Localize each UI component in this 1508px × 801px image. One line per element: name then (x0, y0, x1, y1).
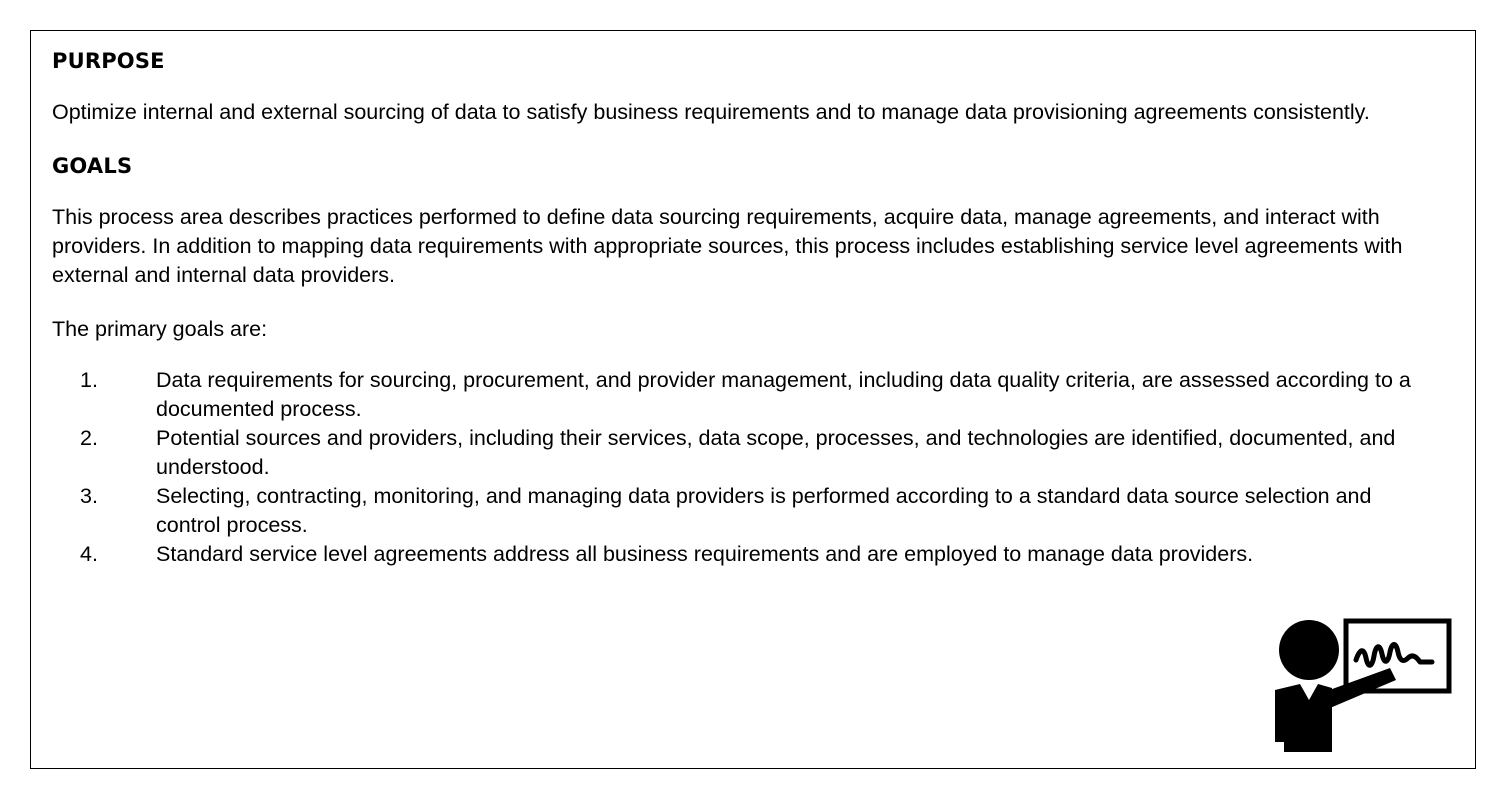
list-item: 3. Selecting, contracting, monitoring, a… (52, 482, 1432, 540)
document-content: PURPOSE Optimize internal and external s… (52, 44, 1432, 569)
list-item-text: Selecting, contracting, monitoring, and … (156, 484, 1372, 537)
goals-lead: The primary goals are: (52, 317, 268, 341)
purpose-text: Optimize internal and external sourcing … (52, 100, 1370, 124)
list-item-number: 1. (80, 368, 98, 392)
list-item-number: 3. (80, 484, 98, 508)
list-item-number: 4. (80, 542, 98, 566)
list-item-text: Data requirements for sourcing, procurem… (156, 368, 1411, 421)
teacher-presenting-icon (1275, 618, 1452, 752)
list-item: 1. Data requirements for sourcing, procu… (52, 366, 1432, 424)
goals-intro: This process area describes practices pe… (52, 205, 1403, 287)
purpose-heading: PURPOSE (52, 49, 165, 73)
list-item: 4. Standard service level agreements add… (52, 540, 1432, 569)
goals-heading: GOALS (52, 154, 133, 178)
goals-list: 1. Data requirements for sourcing, procu… (52, 366, 1432, 569)
list-item-text: Standard service level agreements addres… (156, 542, 1254, 566)
list-item: 2. Potential sources and providers, incl… (52, 424, 1432, 482)
list-item-number: 2. (80, 426, 98, 450)
list-item-text: Potential sources and providers, includi… (156, 426, 1396, 479)
